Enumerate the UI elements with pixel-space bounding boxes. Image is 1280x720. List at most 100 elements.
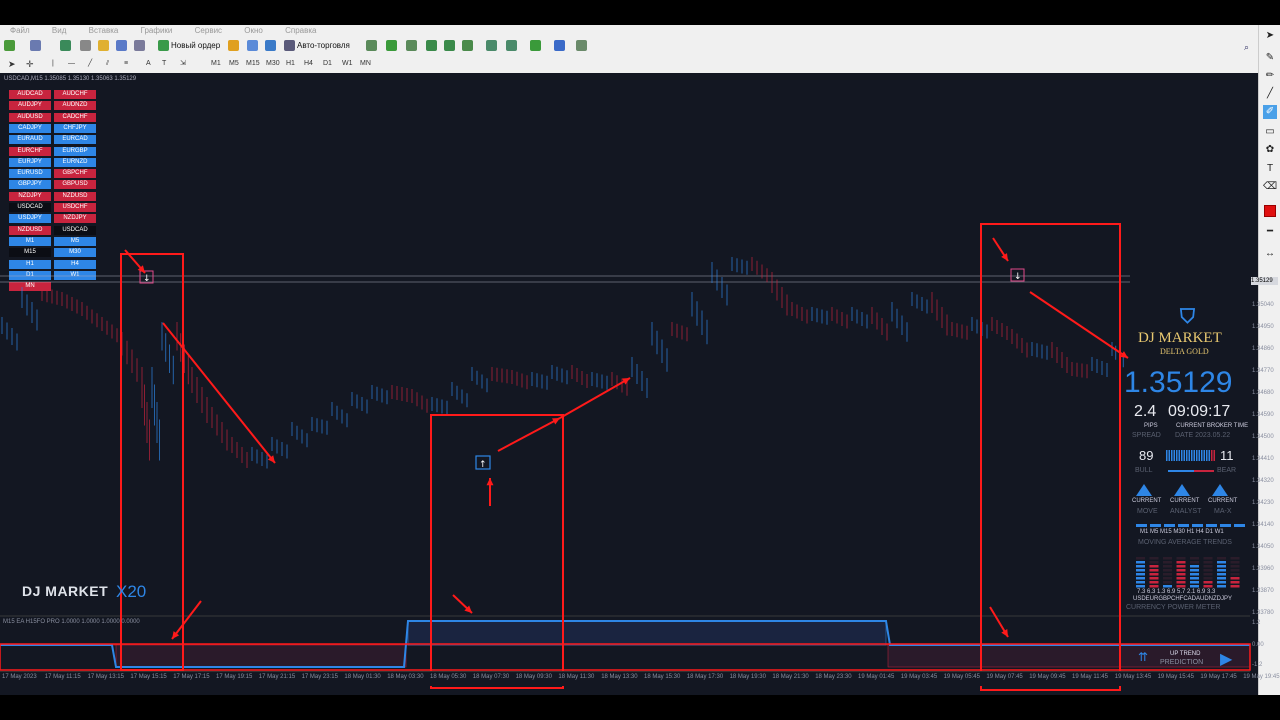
- terminal-icon: [116, 40, 127, 52]
- tile-windows-button[interactable]: [462, 39, 475, 53]
- signals-icon: [247, 40, 258, 52]
- timeframe-m5[interactable]: M5: [229, 57, 239, 71]
- clock-icon: [554, 40, 565, 52]
- auto-scroll-button[interactable]: [486, 39, 499, 53]
- eraser-icon[interactable]: ⌫: [1263, 180, 1277, 194]
- price-tick: 1.34230: [1252, 500, 1274, 506]
- zoom-out-icon: [444, 40, 455, 52]
- menu-charts[interactable]: Графики: [141, 25, 173, 37]
- zoom-in-button[interactable]: [426, 39, 439, 53]
- new-chart-button[interactable]: [4, 39, 17, 53]
- timeframe-m30[interactable]: M30: [266, 57, 280, 71]
- timeframe-h4[interactable]: H4: [304, 57, 313, 71]
- search-button[interactable]: ⌕: [1244, 39, 1257, 53]
- text-tool[interactable]: A: [146, 57, 151, 71]
- annotation-arrow: [162, 322, 276, 464]
- menu-window[interactable]: Окно: [244, 25, 263, 37]
- current-analyst-label: CURRENT: [1170, 498, 1200, 504]
- new-order-label: Новый ордер: [171, 41, 221, 50]
- crosshair-tool[interactable]: ✛: [26, 57, 34, 71]
- price-tick: 1.34500: [1252, 434, 1274, 440]
- signals-button[interactable]: [247, 39, 260, 53]
- horizontal-line-tool[interactable]: —: [68, 57, 75, 71]
- navigator-button[interactable]: [80, 39, 93, 53]
- pen-icon[interactable]: ✎: [1263, 51, 1277, 65]
- time-tick: 17 May 15:15: [130, 674, 167, 680]
- time-tick: 19 May 09:45: [1029, 674, 1066, 680]
- rectangle-icon[interactable]: ▭: [1263, 125, 1277, 139]
- profiles-button[interactable]: [30, 39, 43, 53]
- multiplier-label: X20: [116, 582, 147, 601]
- menu-tools[interactable]: Сервис: [195, 25, 222, 37]
- candle-chart-button[interactable]: [386, 39, 399, 53]
- bear-value: 11: [1220, 448, 1234, 463]
- up-arrow-icon: ↑: [479, 460, 487, 470]
- timeframe-h1[interactable]: H1: [286, 57, 295, 71]
- metaeditor-button[interactable]: [228, 39, 241, 53]
- label-tool[interactable]: T: [162, 57, 166, 71]
- templates-button[interactable]: [576, 39, 589, 53]
- vertical-line-tool[interactable]: |: [52, 57, 54, 71]
- price-tick: 1.34950: [1252, 324, 1274, 330]
- time-tick: 18 May 15:30: [644, 674, 681, 680]
- trendline-tool[interactable]: ╱: [88, 57, 92, 71]
- time-tick: 19 May 07:45: [986, 674, 1023, 680]
- timeframe-m15[interactable]: M15: [246, 57, 260, 71]
- new-order-button[interactable]: Новый ордер: [158, 39, 220, 53]
- time-tick: 19 May 03:45: [900, 674, 938, 680]
- auto-trading-button[interactable]: Авто-торговля: [284, 39, 350, 53]
- timeframe-w1[interactable]: W1: [342, 57, 353, 71]
- price-tick: 1.34590: [1252, 412, 1274, 418]
- cursor-tool[interactable]: ➤: [8, 57, 16, 71]
- market-watch-button[interactable]: [60, 39, 73, 53]
- panel-brand: DJ MARKET: [1138, 330, 1222, 346]
- cursor-icon[interactable]: ➤: [1263, 29, 1277, 43]
- menu-help[interactable]: Справка: [285, 25, 316, 37]
- palette-icon[interactable]: ✿: [1263, 143, 1277, 157]
- zoom-out-button[interactable]: [444, 39, 457, 53]
- periods-button[interactable]: [554, 39, 567, 53]
- line-chart-button[interactable]: [406, 39, 419, 53]
- marker-icon[interactable]: ✏: [1263, 69, 1277, 83]
- annotation-box: [980, 223, 1121, 691]
- tester-button[interactable]: [134, 39, 147, 53]
- channel-tool[interactable]: ⫽: [106, 57, 109, 71]
- indicator-title: M15 EA H15FO PRO 1.0000 1.0000 1.0000 0.…: [3, 619, 140, 625]
- time-tick: 18 May 09:30: [515, 674, 552, 680]
- annotation-arrow: [497, 417, 561, 452]
- brush-icon[interactable]: ✐: [1263, 105, 1277, 119]
- price-chart-svg: ↓ ↑ ↓: [0, 223, 1251, 691]
- bar-chart-button[interactable]: [366, 39, 379, 53]
- time-tick: 18 May 23:30: [815, 674, 852, 680]
- ma-x-label: MA-X: [1214, 508, 1232, 515]
- timeframe-d1[interactable]: D1: [323, 57, 332, 71]
- time-tick: 19 May 01:45: [858, 674, 895, 680]
- arrows-tool[interactable]: ⇲: [180, 57, 186, 71]
- menu-view[interactable]: Вид: [52, 25, 66, 37]
- text-icon[interactable]: T: [1263, 162, 1277, 176]
- chart-shift-button[interactable]: [506, 39, 519, 53]
- menu-insert[interactable]: Вставка: [89, 25, 119, 37]
- time-tick: 18 May 03:30: [387, 674, 424, 680]
- price-tick: 1.34770: [1252, 368, 1274, 374]
- time-tick: 17 May 11:15: [44, 674, 81, 680]
- line-width-icon[interactable]: ━: [1263, 225, 1277, 239]
- price-tick: 1.34140: [1252, 522, 1274, 528]
- strength-values: 7.3 6.3 1.3 6.9 5.7 2.1 6.9 3.3: [1137, 589, 1216, 595]
- terminal-button[interactable]: [116, 39, 129, 53]
- price-tick: 1.33870: [1252, 588, 1274, 594]
- timeframe-mn[interactable]: MN: [360, 57, 371, 71]
- broker-time-label: CURRENT BROKER TIME: [1176, 423, 1249, 429]
- indicators-button[interactable]: [530, 39, 543, 53]
- editor-icon: [228, 40, 239, 52]
- favorites-button[interactable]: [98, 39, 111, 53]
- timeframe-m1[interactable]: M1: [211, 57, 221, 71]
- fibo-tool[interactable]: ≡: [124, 57, 128, 71]
- up-arrows-icon: ⇈: [1138, 650, 1149, 664]
- right-tool-bar: ➤ ✎ ✏ ╱ ✐ ▭ ✿ T ⌫ ━ ↔: [1258, 25, 1280, 695]
- color-red-icon[interactable]: [1263, 205, 1277, 219]
- menu-file[interactable]: Файл: [10, 25, 30, 37]
- line-draw-icon[interactable]: ╱: [1263, 87, 1277, 101]
- market-button[interactable]: [265, 39, 278, 53]
- expand-icon[interactable]: ↔: [1263, 247, 1277, 261]
